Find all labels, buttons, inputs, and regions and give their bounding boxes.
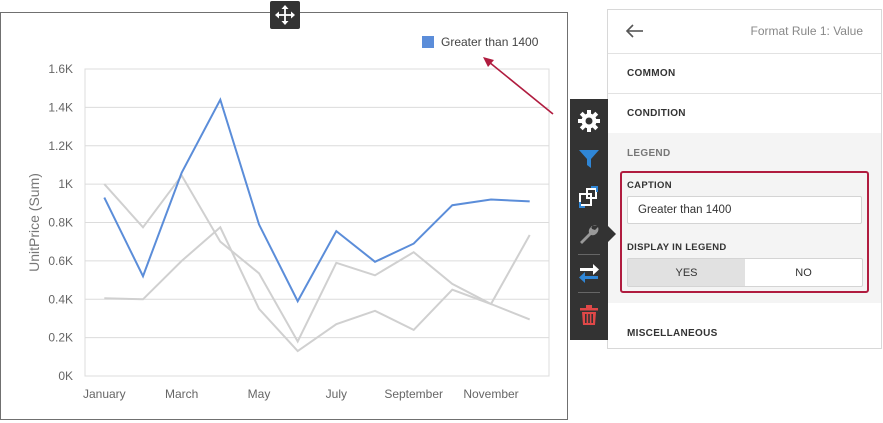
- filter-icon: [579, 150, 599, 168]
- legend-highlight-box: [620, 171, 869, 293]
- toolbar-divider: [578, 292, 600, 293]
- gear-icon: [578, 110, 600, 132]
- move-handle[interactable]: [270, 1, 300, 29]
- wrench-icon: [580, 225, 599, 244]
- move-icon: [275, 5, 295, 25]
- arrows-swap-icon: [579, 264, 599, 283]
- format-button[interactable]: [570, 216, 608, 254]
- interactivity-button[interactable]: [570, 254, 608, 292]
- toolbar-pointer: [608, 226, 616, 242]
- delete-button[interactable]: [570, 296, 608, 334]
- shapes-swap-icon: [579, 186, 598, 208]
- chart-toolbar: [570, 99, 608, 340]
- filter-button[interactable]: [570, 140, 608, 178]
- chart-type-button[interactable]: [570, 178, 608, 216]
- trash-icon: [580, 305, 598, 325]
- settings-button[interactable]: [570, 102, 608, 140]
